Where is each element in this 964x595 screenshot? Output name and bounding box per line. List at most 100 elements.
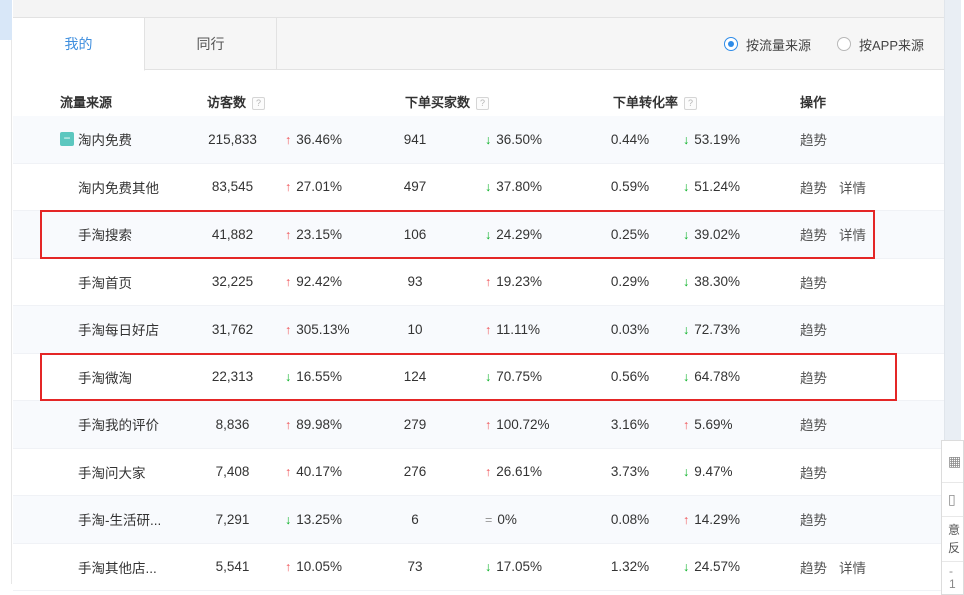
- trend-link[interactable]: 趋势: [800, 228, 827, 243]
- buyers-cell: 276: [390, 464, 440, 479]
- buyers-change-cell: ↓37.80%: [440, 179, 595, 194]
- trend-arrow-icon: ↓: [683, 275, 689, 289]
- conversion-cell: 0.29%: [595, 274, 665, 289]
- tab-bar: 我的 同行 按流量来源 按APP来源: [13, 18, 944, 70]
- source-label: 手淘微淘: [78, 371, 132, 386]
- buyers-change-cell: ↓24.29%: [440, 227, 595, 242]
- help-icon[interactable]: ?: [252, 97, 265, 110]
- change-value: 39.02%: [694, 227, 740, 242]
- buyers-cell: 6: [390, 512, 440, 527]
- buyers-cell: 106: [390, 227, 440, 242]
- buyers-change-cell: ↑26.61%: [440, 464, 595, 479]
- table-row: 淘内免费其他 83,545 ↑27.01% 497 ↓37.80% 0.59% …: [13, 164, 944, 212]
- radio-label: 按流量来源: [746, 35, 811, 54]
- radio-icon[interactable]: [837, 37, 851, 51]
- detail-link[interactable]: 详情: [839, 181, 866, 196]
- radio-by-app-source[interactable]: 按APP来源: [837, 35, 924, 54]
- source-cell: 手淘首页: [13, 272, 195, 292]
- collapse-icon[interactable]: −: [60, 132, 74, 146]
- source-label: 手淘-生活研...: [78, 513, 161, 528]
- source-cell: 淘内免费其他: [13, 177, 195, 197]
- actions-cell: 趋势: [787, 414, 944, 434]
- visitors-cell: 7,408: [195, 464, 270, 479]
- visitors-change-cell: ↑305.13%: [270, 322, 390, 337]
- conversion-cell: 0.44%: [595, 132, 665, 147]
- change-value: 64.78%: [694, 369, 740, 384]
- tab-my[interactable]: 我的: [13, 18, 145, 71]
- conversion-cell: 0.59%: [595, 179, 665, 194]
- buyers-change-cell: ↑100.72%: [440, 417, 595, 432]
- source-cell: 手淘问大家: [13, 462, 195, 482]
- trend-link[interactable]: 趋势: [800, 466, 827, 481]
- source-label: 手淘每日好店: [78, 323, 159, 338]
- change-value: 51.24%: [694, 179, 740, 194]
- table-row: − 淘内免费 215,833 ↑36.46% 941 ↓36.50% 0.44%…: [13, 116, 944, 164]
- change-value: 14.29%: [694, 512, 740, 527]
- trend-link[interactable]: 趋势: [800, 276, 827, 291]
- help-icon[interactable]: ?: [476, 97, 489, 110]
- conversion-change-cell: ↑ 14.29%: [665, 512, 787, 527]
- tab-peers[interactable]: 同行: [145, 18, 277, 69]
- visitors-cell: 31,762: [195, 322, 270, 337]
- conversion-cell: 0.03%: [595, 322, 665, 337]
- trend-arrow-icon: ↑: [683, 513, 689, 527]
- trend-link[interactable]: 趋势: [800, 513, 827, 528]
- actions-cell: 趋势详情: [787, 224, 944, 244]
- change-value: 70.75%: [496, 369, 542, 384]
- left-rail-highlight: [0, 0, 12, 40]
- trend-arrow-icon: ↑: [285, 275, 291, 289]
- visitors-cell: 41,882: [195, 227, 270, 242]
- radio-icon[interactable]: [724, 37, 738, 51]
- trend-arrow-icon: ↓: [683, 465, 689, 479]
- change-value: 13.25%: [296, 512, 342, 527]
- phone-icon[interactable]: ▯: [942, 483, 963, 517]
- conversion-cell: 3.73%: [595, 464, 665, 479]
- qr-grid-icon[interactable]: ▦: [942, 441, 963, 483]
- change-value: 11.11%: [496, 322, 540, 337]
- detail-link[interactable]: 详情: [839, 228, 866, 243]
- buyers-change-cell: =0%: [440, 512, 595, 527]
- visitors-cell: 22,313: [195, 369, 270, 384]
- trend-link[interactable]: 趋势: [800, 133, 827, 148]
- trend-arrow-icon: ↑: [285, 465, 291, 479]
- table-row: 手淘微淘 22,313 ↓16.55% 124 ↓70.75% 0.56% ↓6…: [13, 354, 944, 402]
- trend-link[interactable]: 趋势: [800, 323, 827, 338]
- visitors-cell: 83,545: [195, 179, 270, 194]
- trend-arrow-icon: ↑: [285, 133, 291, 147]
- source-label: 手淘问大家: [78, 466, 146, 481]
- source-cell: 手淘搜索: [13, 224, 195, 244]
- visitors-change-cell: ↑40.17%: [270, 464, 390, 479]
- trend-link[interactable]: 趋势: [800, 418, 827, 433]
- trend-arrow-icon: ↑: [285, 418, 291, 432]
- visitors-change-cell: ↓13.25%: [270, 512, 390, 527]
- buyers-cell: 93: [390, 274, 440, 289]
- help-icon[interactable]: ?: [684, 97, 697, 110]
- trend-link[interactable]: 趋势: [800, 371, 827, 386]
- source-cell: − 淘内免费: [13, 129, 195, 149]
- trend-arrow-icon: ↓: [485, 180, 491, 194]
- table-row: 手淘问大家 7,408 ↑40.17% 276 ↑26.61% 3.73% ↓9…: [13, 449, 944, 497]
- trend-link[interactable]: 趋势: [800, 181, 827, 196]
- conversion-change-cell: ↓9.47%: [665, 464, 787, 479]
- detail-link[interactable]: 详情: [839, 561, 866, 576]
- traffic-source-panel: 我的 同行 按流量来源 按APP来源 流量来源 访客数? 下单买家数? 下单转化…: [13, 18, 944, 584]
- buyers-cell: 124: [390, 369, 440, 384]
- trend-link[interactable]: 趋势: [800, 561, 827, 576]
- feedback-link[interactable]: 意 反: [942, 517, 963, 562]
- trend-arrow-icon: ↑: [285, 560, 291, 574]
- table-body: − 淘内免费 215,833 ↑36.46% 941 ↓36.50% 0.44%…: [13, 116, 944, 591]
- trend-arrow-icon: ↑: [485, 418, 491, 432]
- conversion-change-cell: ↓72.73%: [665, 322, 787, 337]
- trend-arrow-icon: ↓: [683, 228, 689, 242]
- radio-by-traffic-source[interactable]: 按流量来源: [724, 35, 811, 54]
- conversion-change-cell: ↓ 39.02%: [665, 227, 787, 242]
- table-row: 手淘每日好店 31,762 ↑305.13% 10 ↑11.11% 0.03% …: [13, 306, 944, 354]
- sidebar-misc[interactable]: - 1: [942, 562, 963, 594]
- feedback-char: 反: [948, 539, 963, 557]
- change-value: 36.50%: [496, 132, 542, 147]
- visitors-change-cell: ↑92.42%: [270, 274, 390, 289]
- source-label: 手淘首页: [78, 276, 132, 291]
- source-cell: 手淘微淘: [13, 367, 195, 387]
- conversion-cell: 1.32%: [595, 559, 665, 574]
- visitors-change-cell: ↑27.01%: [270, 179, 390, 194]
